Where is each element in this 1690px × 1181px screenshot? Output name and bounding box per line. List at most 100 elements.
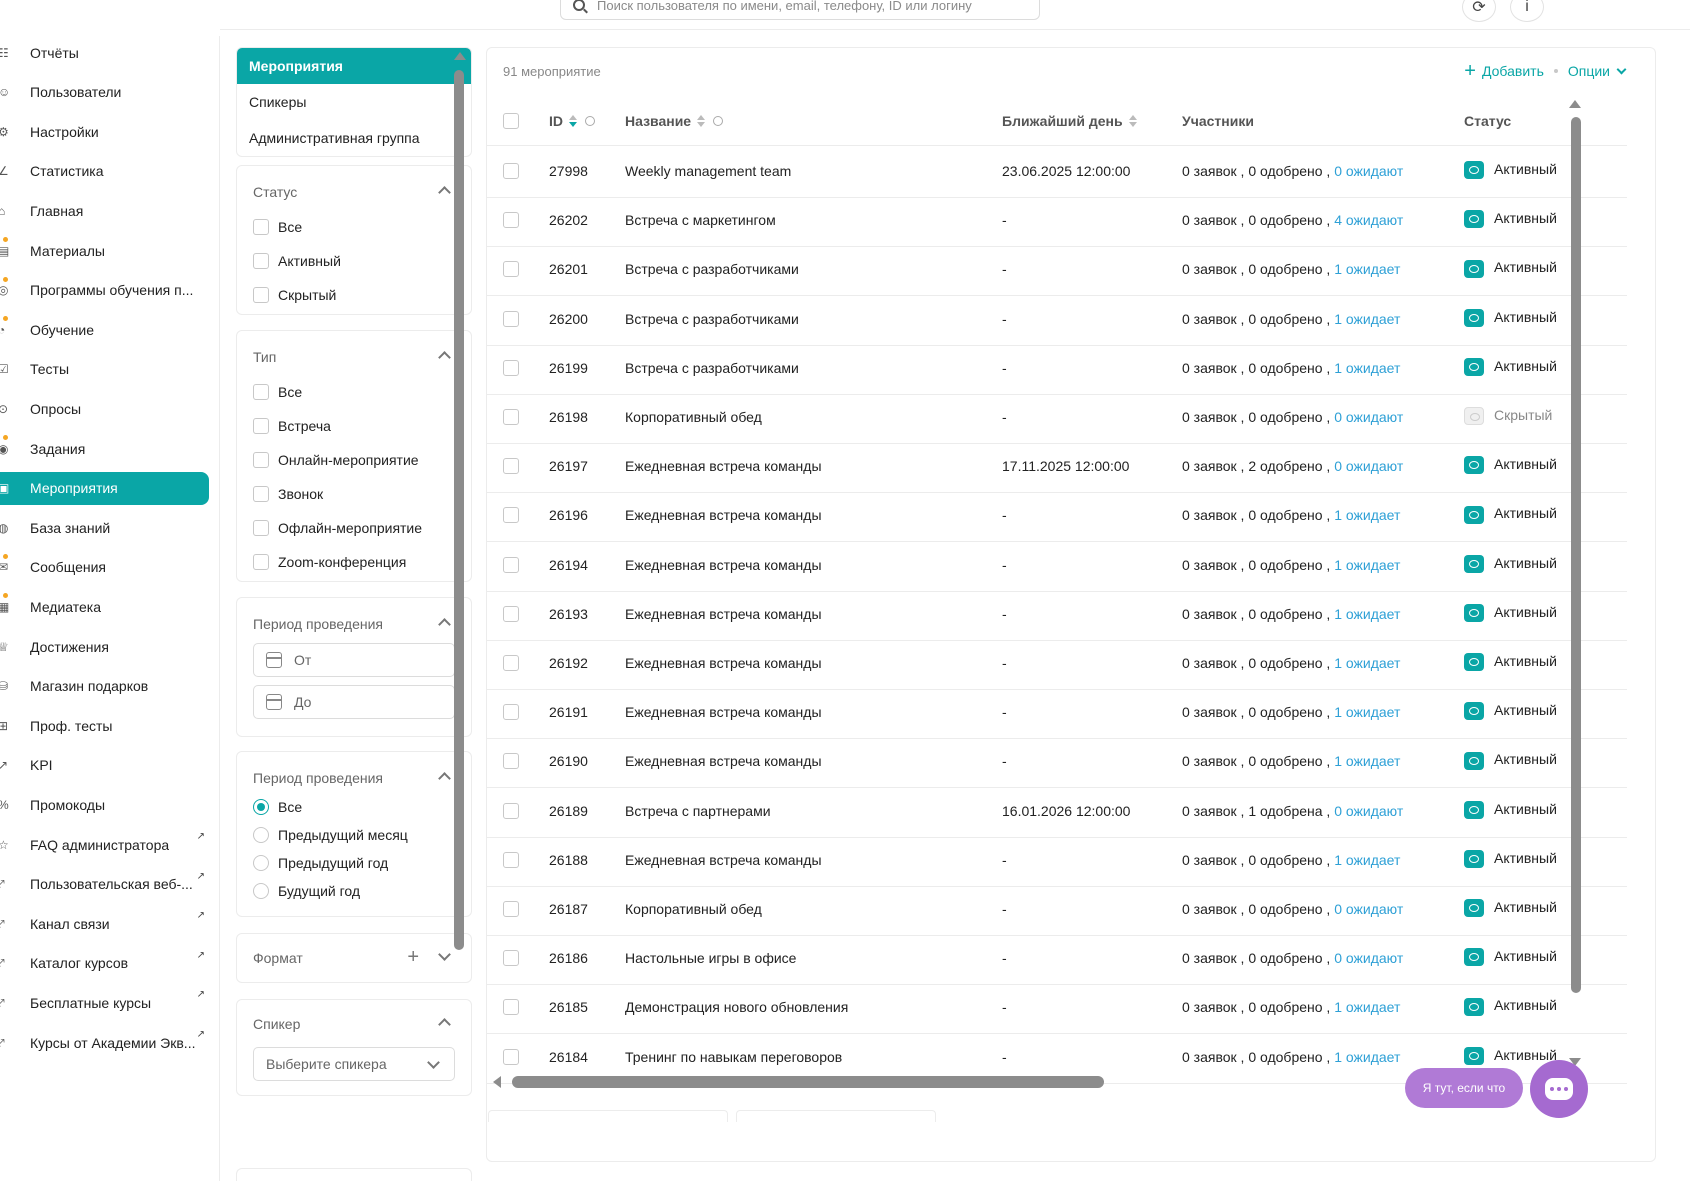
- collapse-icon[interactable]: [438, 351, 451, 364]
- type-option[interactable]: Офлайн-мероприятие: [253, 520, 422, 536]
- table-row[interactable]: 26202 Встреча с маркетингом - 0 заявок , 0 …: [487, 195, 1627, 248]
- waiting-link[interactable]: 1 ожидает: [1334, 852, 1400, 868]
- row-checkbox[interactable]: [503, 605, 519, 622]
- waiting-link[interactable]: 4 ожидают: [1334, 212, 1403, 228]
- sidebar-item[interactable]: ♕ Достижения: [0, 630, 209, 663]
- table-scroll-up-arrow[interactable]: [1569, 100, 1581, 108]
- row-name[interactable]: Встреча с маркетингом: [625, 212, 776, 228]
- table-vertical-scrollbar[interactable]: [1571, 117, 1581, 993]
- scroll-up-arrow[interactable]: [454, 52, 466, 60]
- period-option[interactable]: Предыдущий месяц: [253, 827, 408, 843]
- waiting-link[interactable]: 1 ожидает: [1334, 606, 1400, 622]
- row-status[interactable]: Активный: [1464, 555, 1557, 573]
- row-name[interactable]: Корпоративный обед: [625, 901, 762, 917]
- waiting-link[interactable]: 0 ожидают: [1334, 950, 1403, 966]
- sidebar-item[interactable]: ⊞ Проф. тесты: [0, 709, 209, 742]
- row-name[interactable]: Ежедневная встреча команды: [625, 507, 822, 523]
- format-filter[interactable]: Формат +: [236, 933, 472, 983]
- pagination[interactable]: [488, 1110, 728, 1122]
- row-checkbox[interactable]: [503, 507, 519, 524]
- waiting-link[interactable]: 1 ожидает: [1334, 753, 1400, 769]
- waiting-link[interactable]: 0 ожидают: [1334, 163, 1403, 179]
- row-name[interactable]: Встреча с разработчиками: [625, 261, 799, 277]
- radio-button[interactable]: [253, 799, 269, 815]
- table-row[interactable]: 26192 Ежедневная встреча команды - 0 заявок…: [487, 638, 1627, 690]
- period-option[interactable]: Все: [253, 799, 302, 815]
- table-row[interactable]: 26185 Демонстрация нового обновления - 0 за…: [487, 982, 1627, 1035]
- sidebar-item[interactable]: ⚙ Настройки: [0, 115, 209, 148]
- status-option[interactable]: Активный: [253, 253, 341, 269]
- sidebar-item[interactable]: ☷ Отчёты: [0, 36, 209, 69]
- tab-admin-group[interactable]: Административная группа: [237, 120, 471, 156]
- row-name[interactable]: Ежедневная встреча команды: [625, 704, 822, 720]
- sidebar-item[interactable]: ◍ База знаний: [0, 511, 209, 544]
- table-row[interactable]: 26190 Ежедневная встреча команды - 0 заявок…: [487, 736, 1627, 789]
- checkbox[interactable]: [253, 384, 269, 400]
- waiting-link[interactable]: 0 ожидают: [1334, 458, 1403, 474]
- type-option[interactable]: Звонок: [253, 486, 323, 502]
- waiting-link[interactable]: 1 ожидает: [1334, 311, 1400, 327]
- row-status[interactable]: Активный: [1464, 948, 1557, 967]
- options-button[interactable]: Опции: [1568, 63, 1610, 79]
- row-checkbox[interactable]: [503, 802, 519, 819]
- table-row[interactable]: 26198 Корпоративный обед - 0 заявок , 0 одо…: [487, 392, 1627, 444]
- chat-button[interactable]: [1530, 1060, 1588, 1118]
- table-row[interactable]: 26187 Корпоративный обед - 0 заявок , 0 одо…: [487, 884, 1627, 936]
- table-row[interactable]: 26191 Ежедневная встреча команды - 0 заявок…: [487, 687, 1627, 740]
- row-status[interactable]: Активный: [1464, 653, 1557, 672]
- row-name[interactable]: Встреча с разработчиками: [625, 311, 799, 327]
- row-name[interactable]: Ежедневная встреча команды: [625, 557, 822, 573]
- sort-icon[interactable]: [697, 115, 706, 127]
- table-scroll-left-arrow[interactable]: [493, 1076, 501, 1088]
- plus-icon[interactable]: +: [1464, 61, 1476, 81]
- checkbox[interactable]: [253, 418, 269, 434]
- row-checkbox[interactable]: [503, 556, 519, 573]
- radio-button[interactable]: [253, 855, 269, 871]
- select-all-checkbox[interactable]: [503, 113, 519, 129]
- row-checkbox[interactable]: [503, 999, 519, 1016]
- waiting-link[interactable]: 1 ожидает: [1334, 999, 1400, 1015]
- checkbox[interactable]: [253, 219, 269, 235]
- waiting-link[interactable]: 0 ожидают: [1334, 803, 1403, 819]
- chat-hint[interactable]: Я тут, если что: [1405, 1068, 1523, 1108]
- waiting-link[interactable]: 0 ожидают: [1334, 901, 1403, 917]
- table-row[interactable]: 26199 Встреча с разработчиками - 0 заявок ,…: [487, 343, 1627, 395]
- waiting-link[interactable]: 1 ожидает: [1334, 704, 1400, 720]
- row-name[interactable]: Weekly management team: [625, 163, 791, 179]
- row-name[interactable]: Ежедневная встреча команды: [625, 458, 822, 474]
- search-icon[interactable]: [713, 116, 724, 126]
- row-checkbox[interactable]: [503, 310, 519, 327]
- sort-icon[interactable]: [1128, 115, 1137, 127]
- waiting-link[interactable]: 1 ожидает: [1334, 360, 1400, 376]
- collapse-icon[interactable]: [438, 1018, 451, 1031]
- info-icon[interactable]: i: [1510, 0, 1544, 22]
- sidebar-item[interactable]: ◔ Обучение: [0, 313, 209, 346]
- row-name[interactable]: Ежедневная встреча команды: [625, 852, 822, 868]
- row-status[interactable]: Активный: [1464, 161, 1557, 180]
- row-checkbox[interactable]: [503, 458, 519, 475]
- waiting-link[interactable]: 0 ожидают: [1334, 409, 1403, 425]
- sidebar-item[interactable]: ☺ Пользователи: [0, 76, 209, 109]
- sidebar-item[interactable]: ▤ Материалы: [0, 234, 209, 267]
- sidebar-item[interactable]: ∠ Статистика: [0, 155, 209, 188]
- checkbox[interactable]: [253, 452, 269, 468]
- table-row[interactable]: 26200 Встреча с разработчиками - 0 заявок ,…: [487, 294, 1627, 346]
- row-name[interactable]: Настольные игры в офисе: [625, 950, 796, 966]
- table-row[interactable]: 26188 Ежедневная встреча команды - 0 заявок…: [487, 835, 1627, 887]
- waiting-link[interactable]: 1 ожидает: [1334, 655, 1400, 671]
- row-name[interactable]: Ежедневная встреча команды: [625, 655, 822, 671]
- waiting-link[interactable]: 1 ожидает: [1334, 1049, 1400, 1065]
- sidebar-item[interactable]: ↗ KPI: [0, 749, 209, 782]
- row-checkbox[interactable]: [503, 1048, 519, 1065]
- sidebar-item[interactable]: ⤤ Курсы от Академии Экв... ↗: [0, 1026, 209, 1059]
- row-checkbox[interactable]: [503, 212, 519, 229]
- page-size-select[interactable]: [736, 1110, 936, 1122]
- checkbox[interactable]: [253, 554, 269, 570]
- search-icon[interactable]: [585, 116, 595, 126]
- table-row[interactable]: 26197 Ежедневная встреча команды 17.11.202…: [487, 441, 1627, 494]
- table-row[interactable]: 26189 Встреча с партнерами 16.01.2026 12:0…: [487, 786, 1627, 838]
- type-option[interactable]: Встреча: [253, 418, 331, 434]
- sidebar-item[interactable]: ⌂ Главная: [0, 194, 209, 227]
- sidebar-item[interactable]: ▦ Медиатека: [0, 590, 209, 623]
- sidebar-item[interactable]: ☆ FAQ администратора ↗: [0, 828, 209, 861]
